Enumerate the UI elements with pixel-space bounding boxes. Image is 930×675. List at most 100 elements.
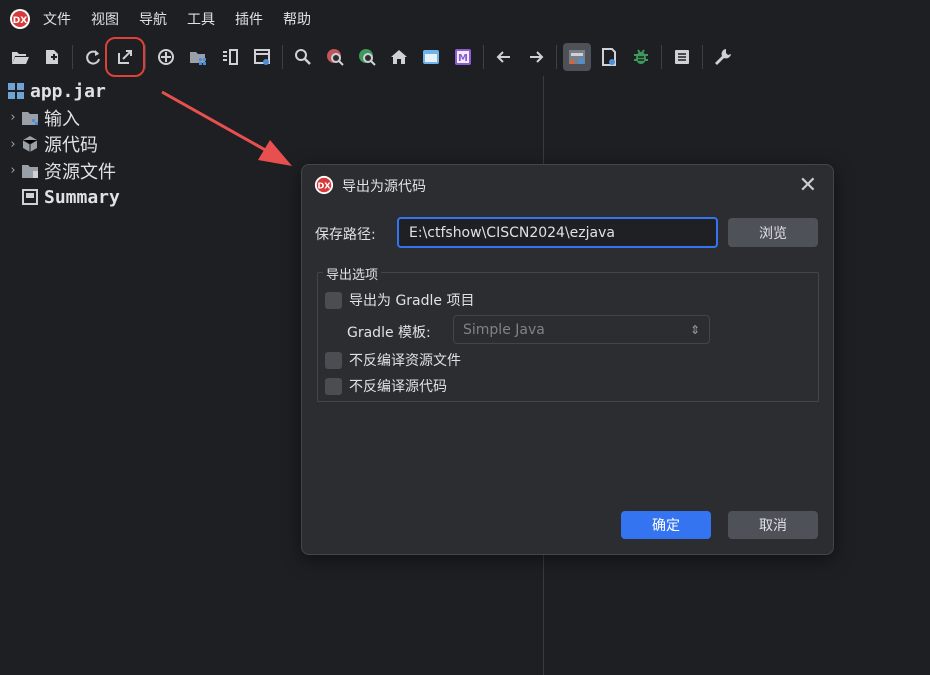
svg-text:DX: DX (317, 181, 331, 191)
toolbar-separator (72, 45, 73, 69)
target-button[interactable] (152, 43, 180, 71)
toolbar-separator (145, 45, 146, 69)
back-arrow-icon (496, 51, 510, 63)
tree-root[interactable]: app.jar (0, 78, 543, 105)
open-file-icon (12, 52, 29, 64)
window-button[interactable] (417, 43, 445, 71)
tree-root-label: app.jar (30, 80, 106, 102)
no-res-option[interactable]: 不反编译资源文件 (325, 350, 461, 370)
save-path-label: 保存路径: (315, 227, 376, 243)
chevron-right-icon[interactable]: › (6, 137, 20, 152)
summary-icon (20, 188, 40, 206)
tree-item-input[interactable]: › 输入 (0, 105, 543, 132)
forward-arrow-icon (530, 51, 544, 63)
toolbar-separator (702, 45, 703, 69)
no-src-checkbox[interactable] (325, 377, 342, 395)
find-class-icon (327, 49, 344, 66)
export-gradle-label: 导出为 Gradle 项目 (349, 293, 475, 309)
debug-bug-icon (634, 49, 648, 64)
debug-button[interactable] (627, 43, 655, 71)
menu-file[interactable]: 文件 (43, 9, 71, 29)
jar-icon (6, 82, 26, 100)
search-button[interactable] (289, 43, 317, 71)
m-icon: M (455, 49, 471, 65)
decompile-icon (569, 50, 585, 64)
decompile-button[interactable] (563, 43, 591, 71)
toolbar-separator (483, 45, 484, 69)
jadx-logo-icon: DX (314, 175, 334, 195)
export-gradle-option[interactable]: 导出为 Gradle 项目 (325, 290, 474, 310)
toolbar-separator (661, 45, 662, 69)
log-icon (254, 49, 270, 65)
export-gradle-checkbox[interactable] (325, 291, 342, 309)
gradle-template-label: Gradle 模板: (347, 325, 431, 341)
back-button[interactable] (490, 43, 518, 71)
home-button[interactable] (385, 43, 413, 71)
svg-text:M: M (458, 53, 468, 64)
menu-navigate[interactable]: 导航 (139, 9, 167, 29)
reload-button[interactable] (79, 43, 107, 71)
target-icon (158, 49, 174, 65)
chevron-right-icon[interactable]: › (6, 163, 20, 178)
browse-button[interactable]: 浏览 (728, 218, 818, 247)
group-title: 导出选项 (323, 264, 382, 283)
cancel-button[interactable]: 取消 (728, 511, 818, 539)
split-view-button[interactable] (216, 43, 244, 71)
folder-icon (20, 109, 40, 127)
summary-icon (675, 50, 689, 64)
gradle-template-value: Simple Java (463, 321, 545, 338)
jadx-logo-icon: DX (10, 9, 30, 29)
tree-item-label: 输入 (44, 108, 80, 130)
add-file-button[interactable] (38, 43, 66, 71)
tree-item-label: Summary (44, 186, 120, 208)
package-icon (190, 52, 206, 65)
chevron-right-icon[interactable]: › (6, 110, 20, 125)
summary-button[interactable] (668, 43, 696, 71)
split-view-icon (223, 49, 238, 65)
toolbar: M (0, 37, 930, 77)
updown-chevron-icon: ⇕ (689, 322, 700, 337)
tree-item-source[interactable]: › 源代码 (0, 131, 543, 158)
forward-button[interactable] (522, 43, 550, 71)
deobf-button[interactable] (595, 43, 623, 71)
ok-button[interactable]: 确定 (621, 511, 711, 539)
no-src-label: 不反编译源代码 (349, 379, 447, 395)
settings-wrench-icon (715, 49, 731, 65)
export-icon (118, 50, 132, 64)
find-usage-icon (359, 49, 376, 66)
export-button[interactable] (105, 37, 145, 77)
menu-view[interactable]: 视图 (91, 9, 119, 29)
gradle-template-select[interactable]: Simple Java ⇕ (453, 315, 710, 344)
settings-button[interactable] (709, 43, 737, 71)
export-dialog: DX 导出为源代码 ✕ 保存路径: 浏览 导出选项 导出为 Gradle 项目 … (301, 164, 834, 555)
save-path-input[interactable] (397, 217, 718, 248)
svg-text:DX: DX (13, 16, 27, 26)
resource-folder-icon (20, 162, 40, 180)
no-res-checkbox[interactable] (325, 351, 342, 369)
export-options-group: 导出选项 导出为 Gradle 项目 Gradle 模板: Simple Jav… (317, 264, 819, 402)
reload-icon (86, 50, 100, 65)
close-icon[interactable]: ✕ (799, 173, 817, 198)
find-class-button[interactable] (321, 43, 349, 71)
no-res-label: 不反编译资源文件 (349, 353, 461, 369)
package-button[interactable] (184, 43, 212, 71)
menu-plugins[interactable]: 插件 (235, 9, 263, 29)
open-file-button[interactable] (6, 43, 34, 71)
source-cube-icon (20, 135, 40, 153)
m-button[interactable]: M (449, 43, 477, 71)
tree-item-label: 源代码 (44, 135, 98, 157)
no-src-option[interactable]: 不反编译源代码 (325, 376, 447, 396)
window-icon (423, 50, 439, 64)
dialog-title: 导出为源代码 (342, 179, 426, 195)
menu-tools[interactable]: 工具 (187, 9, 215, 29)
toolbar-separator (282, 45, 283, 69)
toolbar-separator (556, 45, 557, 69)
menu-help[interactable]: 帮助 (283, 9, 311, 29)
deobf-icon (602, 48, 616, 66)
log-button[interactable] (248, 43, 276, 71)
menu-bar: DX 文件 视图 导航 工具 插件 帮助 (0, 0, 930, 38)
add-file-icon (46, 50, 58, 64)
find-usage-button[interactable] (353, 43, 381, 71)
tree-item-label: 资源文件 (44, 161, 116, 183)
home-icon (391, 50, 407, 64)
